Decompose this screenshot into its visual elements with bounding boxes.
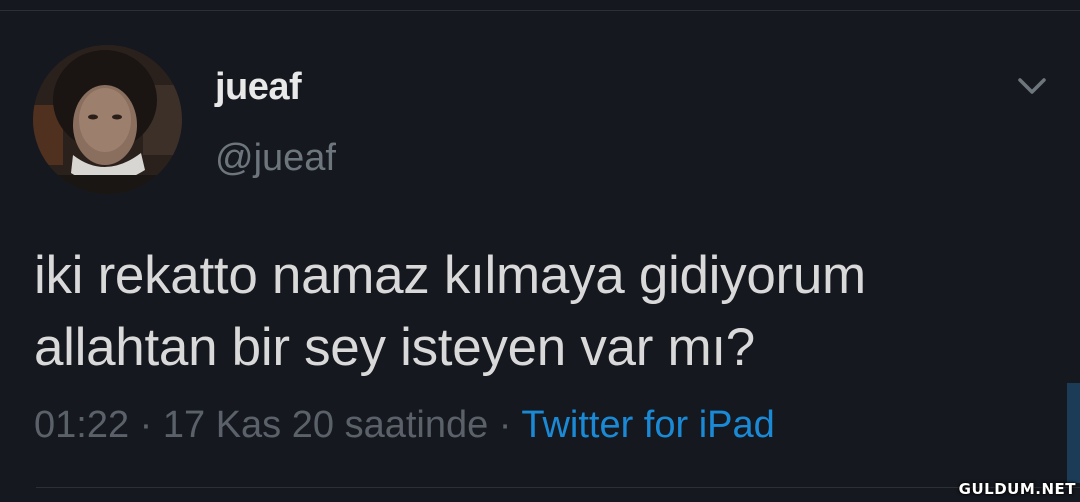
user-handle[interactable]: @jueaf [215,137,336,180]
meta-separator: · [488,404,522,446]
top-divider [0,10,1080,11]
tweet-time[interactable]: 01:22 [34,404,129,446]
bottom-divider [36,487,1080,488]
avatar[interactable] [33,45,182,194]
tweet-meta: 01:22 · 17 Kas 20 saatinde · Twitter for… [34,404,775,447]
tweet-text: iki rekatto namaz kılmaya gidiyorum alla… [34,240,1044,384]
tweet-text-line: allahtan bir sey isteyen var mı? [34,318,755,377]
tweet-text-line: iki rekatto namaz kılmaya gidiyorum [34,246,866,305]
avatar-photo [33,45,182,194]
watermark: GULDUM.NET [958,480,1076,498]
scroll-indicator [1067,383,1080,483]
meta-separator: · [129,404,163,446]
display-name[interactable]: jueaf [215,66,302,109]
tweet-date[interactable]: 17 Kas 20 saatinde [163,404,488,446]
tweet-source-link[interactable]: Twitter for iPad [521,404,774,446]
chevron-down-icon[interactable] [1014,72,1050,100]
